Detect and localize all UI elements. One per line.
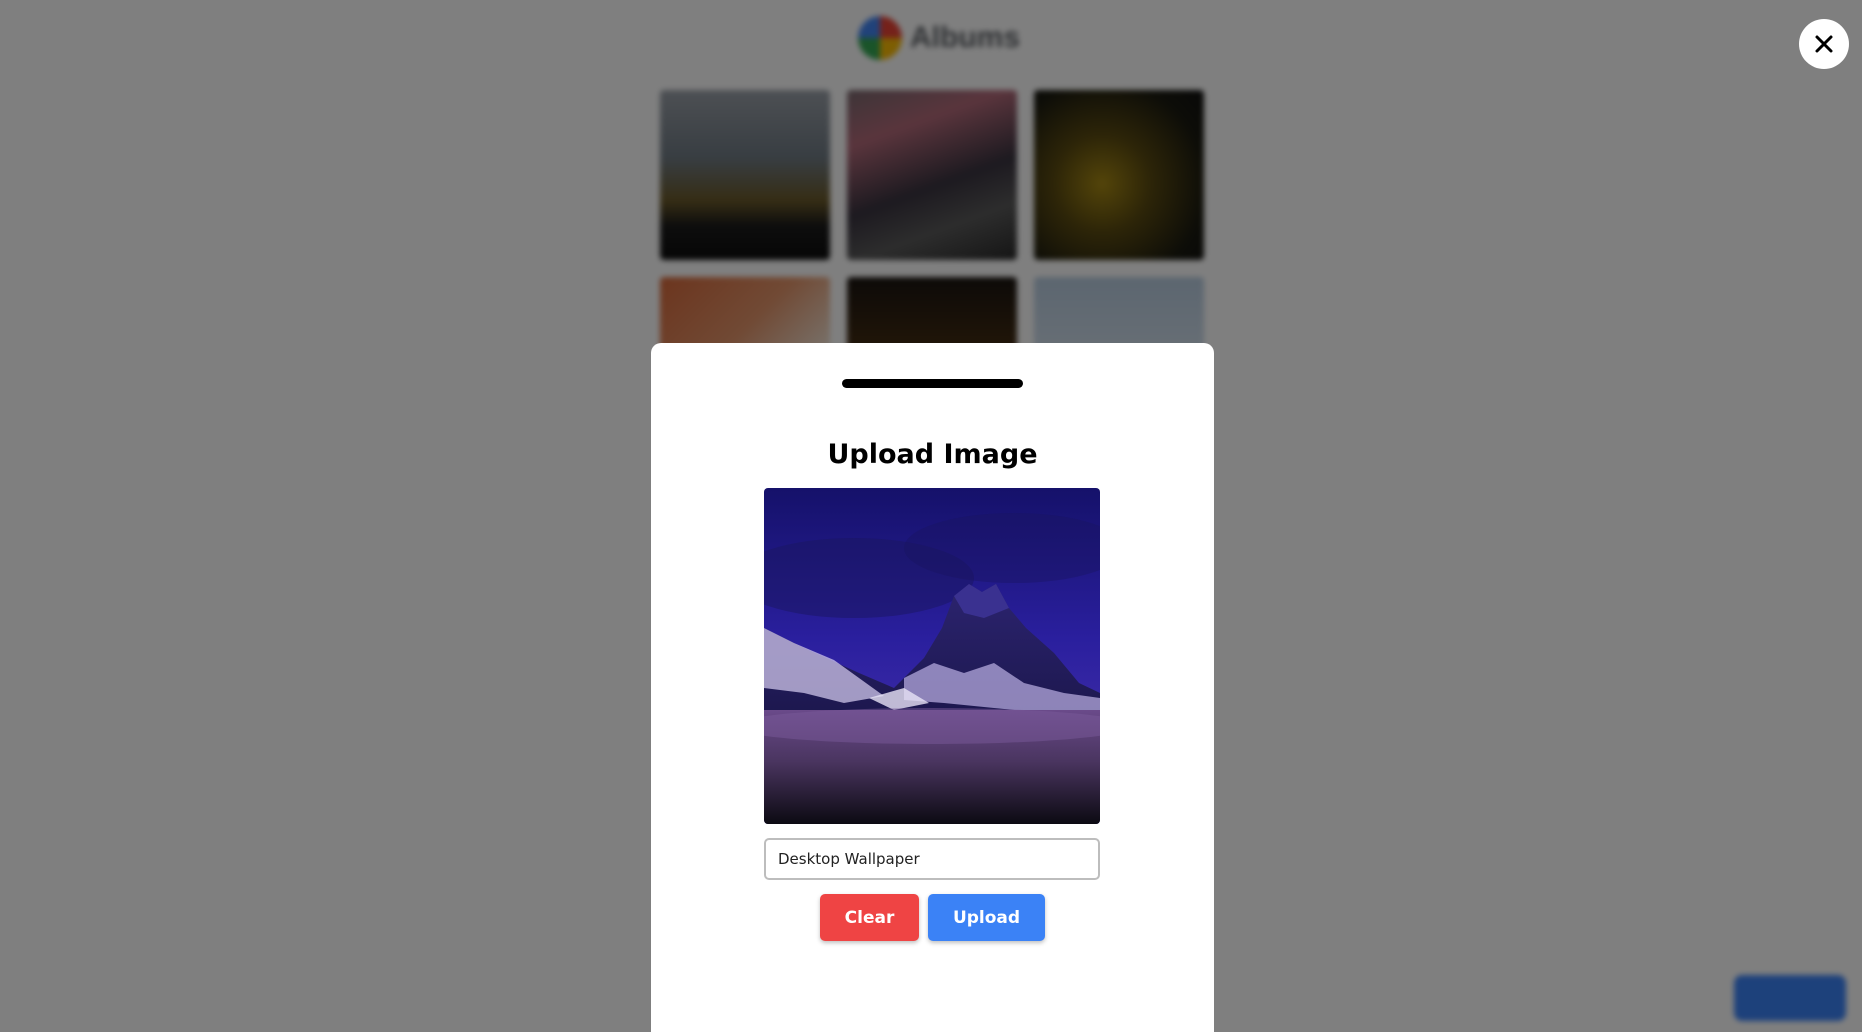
upload-button[interactable]: Upload [928,894,1045,941]
modal-title: Upload Image [827,439,1038,470]
upload-image-modal: Upload Image Desktop Wallpaper Clear Upl… [651,343,1214,1032]
clear-button[interactable]: Clear [820,894,919,941]
mountain-photo [764,488,1100,824]
page: Albums Upload Image [0,0,1862,1032]
image-preview [764,488,1100,824]
image-title-input[interactable] [764,838,1100,880]
close-button[interactable] [1799,19,1849,69]
drag-handle[interactable] [842,379,1023,388]
close-icon [1815,35,1833,53]
